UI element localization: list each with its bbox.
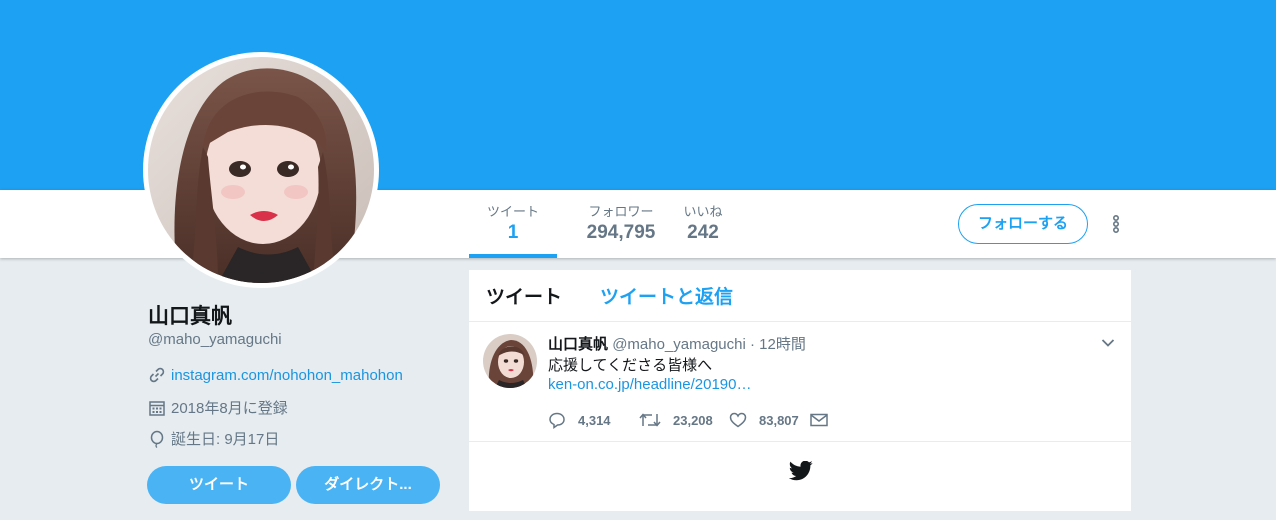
- mail-icon: [810, 413, 828, 427]
- stat-followers-label: フォロワー: [588, 204, 654, 219]
- tab-tweets[interactable]: ツイート: [486, 282, 562, 309]
- profile-handle: @maho_yamaguchi: [148, 331, 282, 348]
- profile-link-row: instagram.com/nohohon_mahohon: [148, 366, 403, 384]
- like-count: 83,807: [759, 412, 799, 428]
- stat-likes[interactable]: いいね 242: [663, 190, 743, 258]
- tweet-actions: 4,314 23,208 83,807: [548, 411, 841, 429]
- retweet-icon: [639, 413, 661, 427]
- tab-tweets-and-replies[interactable]: ツイートと返信: [600, 282, 733, 309]
- stat-tweets[interactable]: ツイート 1: [469, 190, 557, 258]
- stat-followers[interactable]: フォロワー 294,795: [557, 190, 663, 258]
- direct-message-action[interactable]: [809, 411, 841, 429]
- tweet-to-button[interactable]: ツイート: [147, 466, 291, 504]
- tweet-item[interactable]: 山口真帆 @maho_yamaguchi · 12時間 応援してくださる皆様へ …: [469, 322, 1131, 442]
- heart-icon: [729, 412, 747, 428]
- tweet-link[interactable]: ken-on.co.jp/headline/20190…: [548, 376, 751, 393]
- timeline-tabs: ツイート ツイートと返信: [469, 270, 1131, 322]
- balloon-icon: [150, 430, 164, 448]
- profile-birthday-row: 誕生日: 9月17日: [148, 428, 279, 449]
- twitter-bird-icon: [789, 461, 813, 481]
- chevron-down-icon[interactable]: [1101, 338, 1115, 348]
- profile-joined: 2018年8月に登録: [171, 400, 288, 417]
- follow-button[interactable]: フォローする: [958, 204, 1088, 244]
- profile-stats: ツイート 1 フォロワー 294,795 いいね 242: [469, 190, 743, 258]
- stat-followers-value: 294,795: [586, 222, 656, 243]
- like-button[interactable]: 83,807: [729, 411, 809, 429]
- profile-joined-row: 2018年8月に登録: [148, 397, 288, 418]
- link-icon: [149, 367, 165, 383]
- stat-likes-value: 242: [687, 222, 719, 243]
- profile-website-link[interactable]: instagram.com/nohohon_mahohon: [171, 367, 403, 384]
- stat-tweets-value: 1: [507, 222, 519, 243]
- tweet-separator: ·: [750, 336, 755, 353]
- stat-likes-label: いいね: [683, 204, 723, 219]
- retweet-count: 23,208: [673, 412, 713, 428]
- more-icon[interactable]: [1106, 212, 1126, 236]
- profile-birthday: 誕生日: 9月17日: [171, 431, 280, 448]
- reply-icon: [549, 412, 565, 429]
- tweet-text: 応援してくださる皆様へ: [548, 357, 713, 374]
- tweet-author-handle[interactable]: @maho_yamaguchi: [612, 336, 746, 353]
- tweet-author-name[interactable]: 山口真帆: [548, 336, 608, 353]
- timeline: ツイート ツイートと返信 山口真帆 @maho_yamaguchi · 12時間…: [469, 270, 1131, 511]
- calendar-icon: [149, 400, 165, 416]
- profile-name: 山口真帆: [148, 305, 232, 328]
- stat-tweets-label: ツイート: [486, 204, 539, 219]
- retweet-button[interactable]: 23,208: [639, 411, 729, 429]
- profile-avatar[interactable]: [143, 52, 379, 288]
- reply-button[interactable]: 4,314: [548, 411, 639, 429]
- direct-message-button[interactable]: ダイレクト...: [296, 466, 440, 504]
- tweet-time[interactable]: 12時間: [759, 336, 806, 353]
- reply-count: 4,314: [578, 412, 611, 428]
- avatar-image: [148, 57, 374, 283]
- tweet-avatar[interactable]: [483, 334, 537, 388]
- tweet-header: 山口真帆 @maho_yamaguchi · 12時間: [548, 333, 806, 354]
